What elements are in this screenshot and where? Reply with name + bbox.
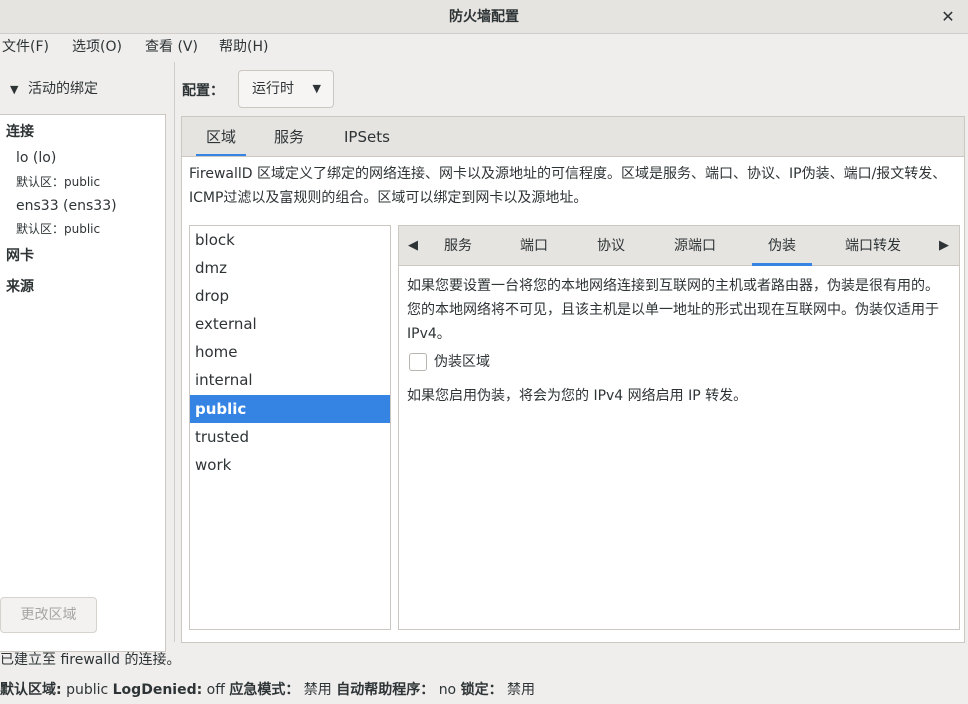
zone-item-dmz[interactable]: dmz — [190, 254, 390, 282]
main-notebook: 区域 服务 IPSets FirewallD 区域定义了绑定的网络连接、网卡以及… — [181, 116, 965, 643]
menu-file[interactable]: 文件(F) — [2, 35, 49, 59]
config-value: 运行时 — [252, 81, 294, 97]
panic-mode-value: 禁用 — [303, 682, 332, 698]
zone-tab-masquerade[interactable]: 伪装 — [752, 226, 812, 266]
zone-settings-notebook: ◀ 服务 端口 协议 源端口 伪装 端口转发 ▶ 如果您要设置一台将您的本地网络… — [398, 225, 960, 630]
active-bindings-title: 活动的绑定 — [28, 81, 98, 97]
logdenied-label: LogDenied: — [112, 682, 203, 698]
masquerade-checkbox-label[interactable]: 伪装区域 — [434, 352, 490, 372]
tab-ipsets[interactable]: IPSets — [344, 117, 390, 157]
zones-description: FirewallD 区域定义了绑定的网络连接、网卡以及源地址的可信程度。区域是服… — [189, 166, 947, 206]
zone-tab-port-forward[interactable]: 端口转发 — [845, 226, 901, 266]
zone-item-drop[interactable]: drop — [190, 282, 390, 310]
zone-settings-tab-strip: ◀ 服务 端口 协议 源端口 伪装 端口转发 ▶ — [399, 226, 959, 266]
masquerade-checkbox[interactable] — [409, 353, 427, 371]
zone-item-work[interactable]: work — [190, 451, 390, 479]
lockdown-value: 禁用 — [507, 682, 536, 698]
menu-bar: 文件(F) 选项(O) 查看 (V) 帮助(H) — [0, 35, 968, 61]
zone-item-external[interactable]: external — [190, 310, 390, 338]
zone-tab-ports[interactable]: 端口 — [520, 226, 548, 266]
scroll-left-icon[interactable]: ◀ — [408, 226, 418, 266]
pane-divider[interactable] — [174, 62, 175, 642]
connections-heading[interactable]: 连接 — [6, 121, 34, 141]
nic-heading[interactable]: 网卡 — [6, 245, 34, 265]
tab-zones[interactable]: 区域 — [195, 117, 247, 157]
default-zone-label: 默认区域: — [0, 682, 62, 698]
menu-view[interactable]: 查看 (V) — [145, 35, 198, 59]
connection-ens33-zone: 默认区：public — [16, 222, 101, 236]
bindings-list: 连接 lo (lo) 默认区：public ens33 (ens33) 默认区：… — [0, 114, 166, 652]
connection-status: 已建立至 firewalld 的连接。 — [0, 652, 181, 668]
menu-help[interactable]: 帮助(H) — [219, 35, 268, 59]
menu-options[interactable]: 选项(O) — [72, 35, 122, 59]
config-label: 配置： — [182, 83, 224, 99]
auto-helper-label: 自动帮助程序： — [336, 682, 435, 698]
chevron-down-icon: ▼ — [10, 83, 19, 96]
zone-item-public[interactable]: public — [190, 395, 390, 423]
connection-lo[interactable]: lo (lo) — [16, 150, 56, 166]
zone-item-internal[interactable]: internal — [190, 366, 390, 394]
active-bindings-toggle[interactable]: ▼ 活动的绑定 — [10, 78, 98, 98]
zone-tab-source-ports[interactable]: 源端口 — [674, 226, 716, 266]
main-tab-strip: 区域 服务 IPSets — [181, 116, 965, 157]
zone-tab-services[interactable]: 服务 — [444, 226, 472, 266]
logdenied-value: off — [206, 682, 225, 698]
sources-heading[interactable]: 来源 — [6, 276, 34, 296]
close-icon[interactable]: ✕ — [936, 0, 960, 34]
status-summary: 默认区域: public LogDenied: off 应急模式： 禁用 自动帮… — [0, 679, 535, 701]
title-bar: 防火墙配置 ✕ — [0, 0, 968, 34]
connection-ens33[interactable]: ens33 (ens33) — [16, 198, 117, 214]
connection-lo-zone: 默认区：public — [16, 175, 101, 189]
lockdown-label: 锁定： — [460, 682, 503, 698]
masquerade-info: 如果您要设置一台将您的本地网络连接到互联网的主机或者路由器，伪装是很有用的。您的… — [407, 278, 939, 342]
zone-item-trusted[interactable]: trusted — [190, 423, 390, 451]
auto-helper-value: no — [438, 682, 457, 698]
config-dropdown[interactable]: 运行时 ▼ — [238, 70, 334, 108]
masquerade-note: 如果您启用伪装，将会为您的 IPv4 网络启用 IP 转发。 — [407, 388, 748, 404]
tab-services[interactable]: 服务 — [274, 117, 304, 157]
window-title: 防火墙配置 — [449, 9, 519, 25]
dropdown-arrow-icon: ▼ — [312, 82, 321, 95]
change-zone-button[interactable]: 更改区域 — [0, 597, 97, 633]
zone-item-home[interactable]: home — [190, 338, 390, 366]
zone-item-block[interactable]: block — [190, 226, 390, 254]
zone-list: block dmz drop external home internal pu… — [189, 225, 391, 630]
zones-tab-content: FirewallD 区域定义了绑定的网络连接、网卡以及源地址的可信程度。区域是服… — [181, 156, 965, 643]
panic-mode-label: 应急模式： — [229, 682, 300, 698]
zone-tab-protocols[interactable]: 协议 — [597, 226, 625, 266]
default-zone-value: public — [66, 682, 109, 698]
scroll-right-icon[interactable]: ▶ — [939, 226, 949, 266]
active-bindings-pane: ▼ 活动的绑定 连接 lo (lo) 默认区：public ens33 (ens3… — [0, 62, 174, 652]
